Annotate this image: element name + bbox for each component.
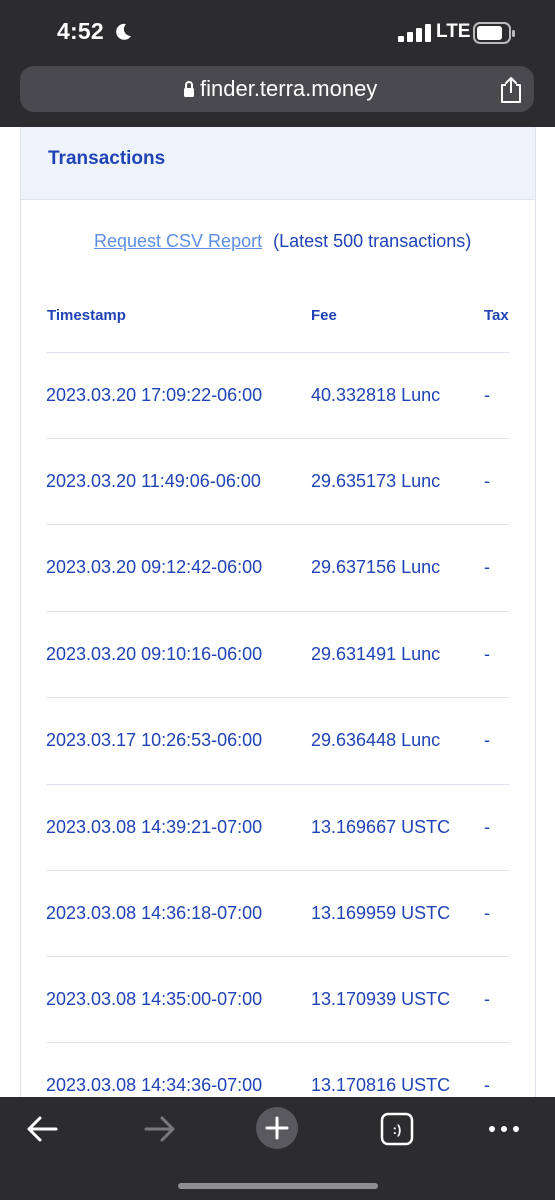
- table-row[interactable]: 2023.03.20 11:49:06-06:00 29.635173 Lunc…: [46, 438, 509, 525]
- tax-cell: -: [484, 730, 490, 750]
- tax-cell: -: [484, 644, 490, 664]
- tax-cell: -: [484, 471, 490, 491]
- timestamp-cell[interactable]: 2023.03.08 14:34:36-07:00: [46, 1075, 262, 1096]
- network-label: LTE: [436, 21, 471, 42]
- header-timestamp: Timestamp: [47, 307, 126, 324]
- fee-cell: 29.636448 Lunc: [311, 730, 441, 750]
- browser-bottom-toolbar: :): [0, 1097, 555, 1200]
- transactions-card: Transactions Request CSV Report (Latest …: [20, 127, 536, 1097]
- timestamp-cell[interactable]: 2023.03.08 14:39:21-07:00: [46, 817, 262, 838]
- timestamp-cell[interactable]: 2023.03.17 10:26:53-06:00: [46, 730, 262, 751]
- home-indicator: [178, 1183, 378, 1189]
- table-row[interactable]: 2023.03.20 17:09:22-06:00 40.332818 Lunc…: [46, 352, 509, 439]
- signal-icon: [398, 24, 431, 42]
- browser-top-chrome: 4:52 LTE finder.terra.money: [0, 0, 555, 127]
- status-time: 4:52: [57, 18, 104, 44]
- fee-cell: 29.637156 Lunc: [311, 557, 441, 577]
- fee-cell: 13.169959 USTC: [311, 903, 451, 923]
- tax-cell: -: [484, 1075, 490, 1095]
- table-row[interactable]: 2023.03.08 14:34:36-07:00 13.170816 USTC…: [46, 1042, 509, 1097]
- tax-cell: -: [484, 989, 490, 1009]
- table-row[interactable]: 2023.03.20 09:12:42-06:00 29.637156 Lunc…: [46, 524, 509, 611]
- tabs-button[interactable]: :): [378, 1109, 418, 1149]
- csv-note: (Latest 500 transactions): [273, 231, 472, 251]
- header-fee: Fee: [311, 307, 337, 324]
- fee-cell: 13.170816 USTC: [311, 1075, 451, 1095]
- csv-report-row: Request CSV Report (Latest 500 transacti…: [94, 231, 471, 252]
- timestamp-cell[interactable]: 2023.03.08 14:36:18-07:00: [46, 903, 262, 924]
- timestamp-cell[interactable]: 2023.03.20 09:10:16-06:00: [46, 644, 262, 665]
- tax-cell: -: [484, 817, 490, 837]
- address-bar[interactable]: finder.terra.money: [20, 66, 534, 112]
- more-icon[interactable]: [484, 1109, 524, 1149]
- table-row[interactable]: 2023.03.08 14:36:18-07:00 13.169959 USTC…: [46, 870, 509, 957]
- moon-icon: [116, 23, 131, 40]
- tax-cell: -: [484, 385, 490, 405]
- timestamp-cell[interactable]: 2023.03.20 17:09:22-06:00: [46, 385, 262, 406]
- card-header: Transactions: [21, 127, 535, 200]
- tabs-icon: :): [380, 1112, 414, 1146]
- share-icon[interactable]: [499, 76, 523, 104]
- timestamp-cell[interactable]: 2023.03.08 14:35:00-07:00: [46, 989, 262, 1010]
- url-text[interactable]: finder.terra.money: [200, 76, 377, 102]
- tax-cell: -: [484, 557, 490, 577]
- request-csv-link[interactable]: Request CSV Report: [94, 231, 262, 251]
- table-row[interactable]: 2023.03.17 10:26:53-06:00 29.636448 Lunc…: [46, 697, 509, 784]
- fee-cell: 40.332818 Lunc: [311, 385, 441, 405]
- battery-icon: [473, 22, 515, 44]
- table-row[interactable]: 2023.03.20 09:10:16-06:00 29.631491 Lunc…: [46, 611, 509, 698]
- forward-icon[interactable]: [140, 1109, 180, 1149]
- tax-cell: -: [484, 903, 490, 923]
- new-tab-icon: [265, 1116, 289, 1140]
- lock-icon: [184, 81, 194, 97]
- fee-cell: 13.169667 USTC: [311, 817, 451, 837]
- table-row[interactable]: 2023.03.08 14:39:21-07:00 13.169667 USTC…: [46, 784, 509, 871]
- timestamp-cell[interactable]: 2023.03.20 11:49:06-06:00: [46, 471, 261, 492]
- fee-cell: 13.170939 USTC: [311, 989, 451, 1009]
- back-icon[interactable]: [22, 1109, 62, 1149]
- fee-cell: 29.635173 Lunc: [311, 471, 441, 491]
- timestamp-cell[interactable]: 2023.03.20 09:12:42-06:00: [46, 557, 262, 578]
- header-tax: Tax: [484, 307, 509, 324]
- card-title: Transactions: [48, 148, 166, 169]
- new-tab-button[interactable]: [256, 1107, 298, 1149]
- table-row[interactable]: 2023.03.08 14:35:00-07:00 13.170939 USTC…: [46, 956, 509, 1043]
- tabs-glyph: :): [393, 1122, 402, 1137]
- fee-cell: 29.631491 Lunc: [311, 644, 441, 664]
- page-content: Transactions Request CSV Report (Latest …: [0, 127, 555, 1097]
